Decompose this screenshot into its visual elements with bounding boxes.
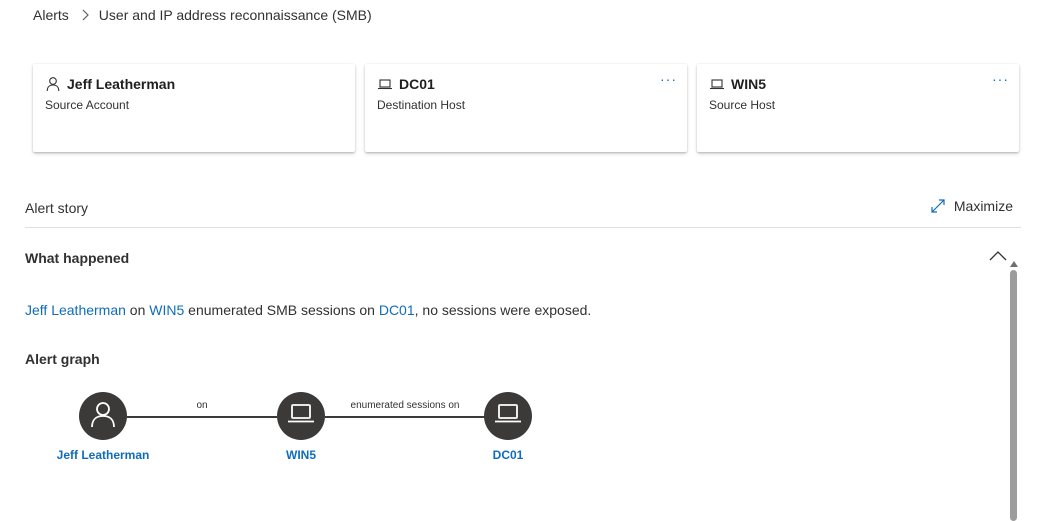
card-subtitle: Destination Host: [377, 98, 466, 112]
user-icon: [88, 399, 118, 434]
what-happened-text: Jeff Leatherman on WIN5 enumerated SMB s…: [25, 302, 592, 318]
maximize-button[interactable]: Maximize: [930, 198, 1013, 214]
more-options-icon[interactable]: ···: [660, 72, 677, 86]
card-title[interactable]: WIN5: [731, 76, 766, 92]
divider: [25, 227, 1021, 228]
node-label-user[interactable]: Jeff Leatherman: [43, 448, 163, 462]
source-host-link[interactable]: WIN5: [149, 302, 184, 318]
source-host-card[interactable]: WIN5 Source Host ···: [697, 64, 1019, 152]
source-account-card[interactable]: Jeff Leatherman Source Account: [33, 64, 355, 152]
alert-graph-heading: Alert graph: [25, 351, 100, 367]
graph-edge: [127, 416, 277, 418]
more-options-icon[interactable]: ···: [992, 72, 1009, 86]
breadcrumb: Alerts User and IP address reconnaissanc…: [33, 7, 372, 23]
user-link[interactable]: Jeff Leatherman: [25, 302, 126, 318]
breadcrumb-alerts-link[interactable]: Alerts: [33, 7, 69, 23]
card-subtitle: Source Host: [709, 98, 776, 112]
node-label-source-host[interactable]: WIN5: [261, 448, 341, 462]
laptop-icon: [286, 402, 316, 431]
card-title[interactable]: DC01: [399, 76, 435, 92]
chevron-up-icon[interactable]: [989, 250, 1007, 262]
breadcrumb-current: User and IP address reconnaissance (SMB): [98, 7, 372, 23]
alert-graph: on enumerated sessions on Jeff Leatherma…: [0, 380, 600, 480]
edge-label: enumerated sessions on: [350, 400, 460, 411]
alert-story-heading: Alert story: [25, 200, 89, 216]
graph-node-user[interactable]: [79, 392, 127, 440]
edge-label: on: [196, 400, 208, 411]
what-happened-heading: What happened: [25, 250, 130, 266]
graph-edge: [325, 416, 485, 418]
card-title[interactable]: Jeff Leatherman: [67, 76, 175, 92]
user-icon: [45, 76, 61, 92]
node-label-destination-host[interactable]: DC01: [468, 448, 548, 462]
laptop-icon: [377, 76, 393, 92]
graph-node-destination-host[interactable]: [484, 392, 532, 440]
laptop-icon: [493, 402, 523, 431]
chevron-right-icon: [81, 9, 89, 21]
graph-node-source-host[interactable]: [277, 392, 325, 440]
destination-host-card[interactable]: DC01 Destination Host ···: [365, 64, 687, 152]
destination-host-link[interactable]: DC01: [379, 302, 415, 318]
scrollbar-thumb[interactable]: [1010, 270, 1017, 521]
card-subtitle: Source Account: [45, 98, 130, 112]
laptop-icon: [709, 76, 725, 92]
expand-icon: [930, 198, 946, 214]
maximize-label: Maximize: [953, 198, 1013, 214]
